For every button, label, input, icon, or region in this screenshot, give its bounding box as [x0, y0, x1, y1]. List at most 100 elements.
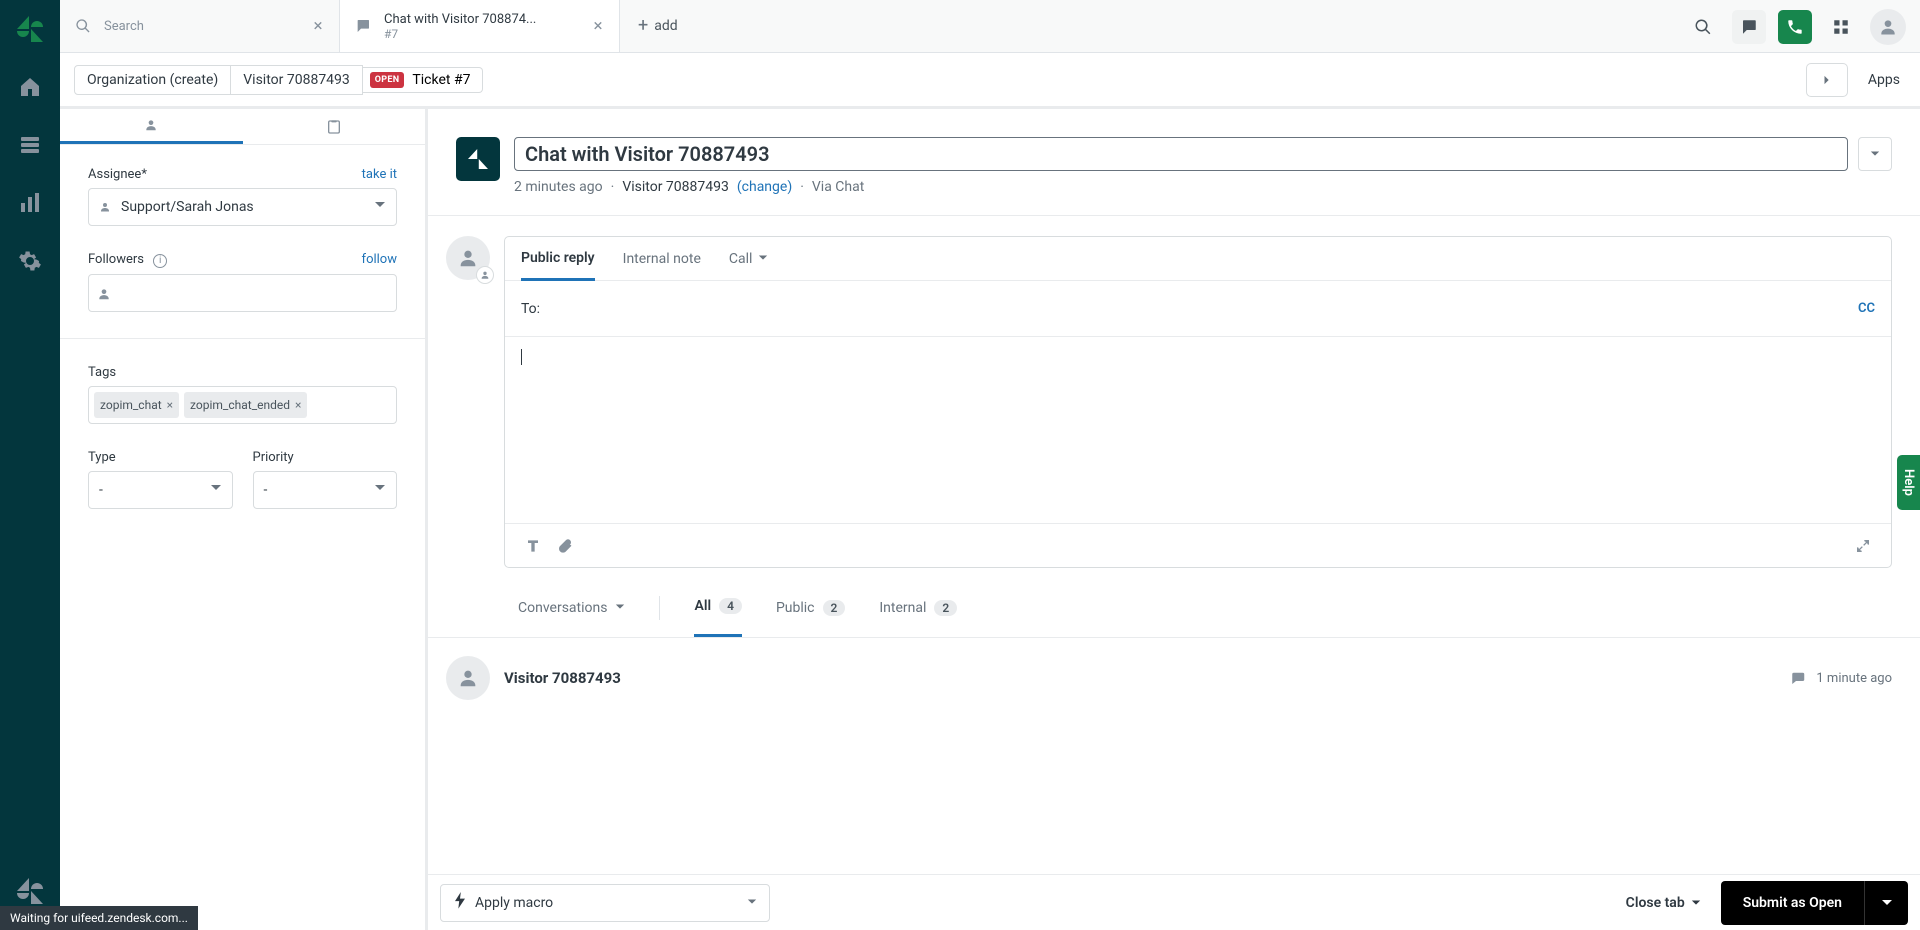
ticket-header: 2 minutes ago· Visitor 70887493 (change)… [428, 109, 1920, 216]
to-label: To: [521, 301, 540, 317]
type-label: Type [88, 450, 116, 465]
conversation-filters: Conversations All4 Public2 Internal2 [428, 578, 1920, 638]
brand-logo[interactable] [0, 0, 60, 58]
tab-search[interactable]: Search × [60, 0, 340, 52]
composer-tab-public[interactable]: Public reply [521, 238, 595, 281]
add-tab-button[interactable]: + add [620, 0, 696, 52]
attachment-icon[interactable] [549, 530, 581, 562]
filter-public[interactable]: Public2 [776, 600, 845, 616]
ticket-meta: 2 minutes ago· Visitor 70887493 (change)… [514, 179, 1892, 195]
submit-group: Submit as Open [1721, 881, 1908, 925]
chat-icon [354, 17, 372, 35]
composer-tab-call[interactable]: Call [729, 237, 769, 280]
assignee-select[interactable]: Support/Sarah Jonas [88, 188, 397, 226]
format-text-icon[interactable] [517, 530, 549, 562]
priority-value: - [264, 482, 268, 498]
reply-composer: Public reply Internal note Call To: CC [504, 236, 1892, 568]
chevron-down-icon [615, 600, 625, 616]
take-it-link[interactable]: take it [362, 167, 397, 182]
tags-input[interactable]: zopim_chat× zopim_chat_ended× [88, 386, 397, 424]
filter-internal[interactable]: Internal2 [879, 600, 957, 616]
topbar-apps-button[interactable] [1824, 10, 1858, 44]
tags-label: Tags [88, 365, 116, 380]
count-badge: 2 [934, 600, 957, 616]
nav-views-icon[interactable] [0, 116, 60, 174]
person-icon [97, 286, 111, 305]
chevron-down-icon [747, 895, 757, 911]
ticket-subject-menu[interactable] [1858, 137, 1892, 171]
assignee-value: Support/Sarah Jonas [121, 199, 254, 215]
remove-tag-icon[interactable]: × [295, 398, 301, 412]
followers-input[interactable] [88, 274, 397, 312]
submit-button[interactable]: Submit as Open [1721, 881, 1864, 925]
expand-composer-icon[interactable] [1847, 530, 1879, 562]
event-timestamp: 1 minute ago [1790, 671, 1892, 686]
breadcrumb-ticket-ref: Ticket #7 [412, 72, 470, 88]
secondary-bar: Organization (create) Visitor 70887493 O… [60, 53, 1920, 109]
info-icon[interactable]: i [153, 254, 167, 268]
browser-status-text: Waiting for uifeed.zendesk.com... [0, 906, 198, 930]
close-icon[interactable]: × [591, 19, 605, 33]
ticket-subject-input[interactable] [514, 137, 1848, 171]
apps-toggle[interactable]: Apps [1862, 72, 1906, 88]
ticket-properties-panel: Assignee* take it Support/Sarah Jonas Fo… [60, 109, 428, 930]
panel-tab-context[interactable] [243, 109, 426, 144]
nav-admin-icon[interactable] [0, 232, 60, 290]
tag-chip: zopim_chat× [94, 392, 179, 418]
tab-ticket-title: Chat with Visitor 708874... [384, 12, 591, 27]
topbar-profile-avatar[interactable] [1870, 9, 1906, 45]
cc-button[interactable]: CC [1858, 301, 1875, 316]
meta-change-link[interactable]: (change) [737, 179, 792, 195]
conversations-dropdown[interactable]: Conversations [518, 600, 625, 616]
search-icon [74, 17, 92, 35]
close-icon[interactable]: × [311, 19, 325, 33]
plus-icon: + [638, 15, 648, 36]
chevron-down-icon [374, 482, 386, 498]
chevron-down-icon [758, 251, 768, 267]
nav-reports-icon[interactable] [0, 174, 60, 232]
type-select[interactable]: - [88, 471, 233, 509]
help-tab[interactable]: Help [1897, 455, 1920, 510]
requester-avatar[interactable] [456, 137, 500, 181]
breadcrumb-org[interactable]: Organization (create) [74, 65, 231, 95]
composer-tab-internal[interactable]: Internal note [623, 237, 701, 280]
panel-tabs [60, 109, 425, 145]
topbar-chat-button[interactable] [1732, 10, 1766, 44]
submit-menu-button[interactable] [1864, 881, 1908, 925]
apply-macro-button[interactable]: Apply macro [440, 884, 770, 922]
breadcrumb-ticket-status[interactable]: OPEN Ticket #7 [362, 67, 484, 93]
to-input[interactable] [540, 281, 1858, 336]
breadcrumb-requester[interactable]: Visitor 70887493 [230, 65, 363, 95]
reply-editor[interactable] [505, 337, 1891, 523]
status-badge-open: OPEN [370, 72, 405, 88]
meta-via: Via Chat [812, 179, 864, 195]
tab-ticket[interactable]: Chat with Visitor 708874... #7 × [340, 0, 620, 52]
filter-all[interactable]: All4 [694, 578, 741, 637]
topbar-search-button[interactable] [1686, 10, 1720, 44]
tab-search-placeholder: Search [104, 19, 311, 34]
tab-ticket-subtitle: #7 [384, 27, 591, 41]
conversation-event: Visitor 70887493 1 minute ago [428, 638, 1920, 700]
meta-time: 2 minutes ago [514, 179, 603, 195]
composer-toolbar [505, 523, 1891, 567]
panel-tab-user[interactable] [60, 109, 243, 144]
follow-link[interactable]: follow [362, 252, 397, 267]
meta-requester[interactable]: Visitor 70887493 [622, 179, 729, 195]
tab-strip: Search × Chat with Visitor 708874... #7 … [60, 0, 1920, 53]
next-ticket-button[interactable] [1806, 63, 1848, 97]
event-author[interactable]: Visitor 70887493 [504, 669, 1776, 687]
priority-select[interactable]: - [253, 471, 398, 509]
chevron-down-icon [210, 482, 222, 498]
ticket-footer: Apply macro Close tab Submit as Open [428, 874, 1920, 930]
visitor-avatar[interactable] [446, 656, 490, 700]
add-tab-label: add [654, 18, 677, 34]
remove-tag-icon[interactable]: × [167, 398, 173, 412]
count-badge: 4 [719, 598, 742, 614]
nav-home-icon[interactable] [0, 58, 60, 116]
nav-rail [0, 0, 60, 930]
count-badge: 2 [823, 600, 846, 616]
ticket-main: 2 minutes ago· Visitor 70887493 (change)… [428, 109, 1920, 874]
agent-avatar[interactable] [446, 236, 490, 280]
topbar-phone-button[interactable] [1778, 10, 1812, 44]
close-tab-button[interactable]: Close tab [1626, 895, 1701, 911]
